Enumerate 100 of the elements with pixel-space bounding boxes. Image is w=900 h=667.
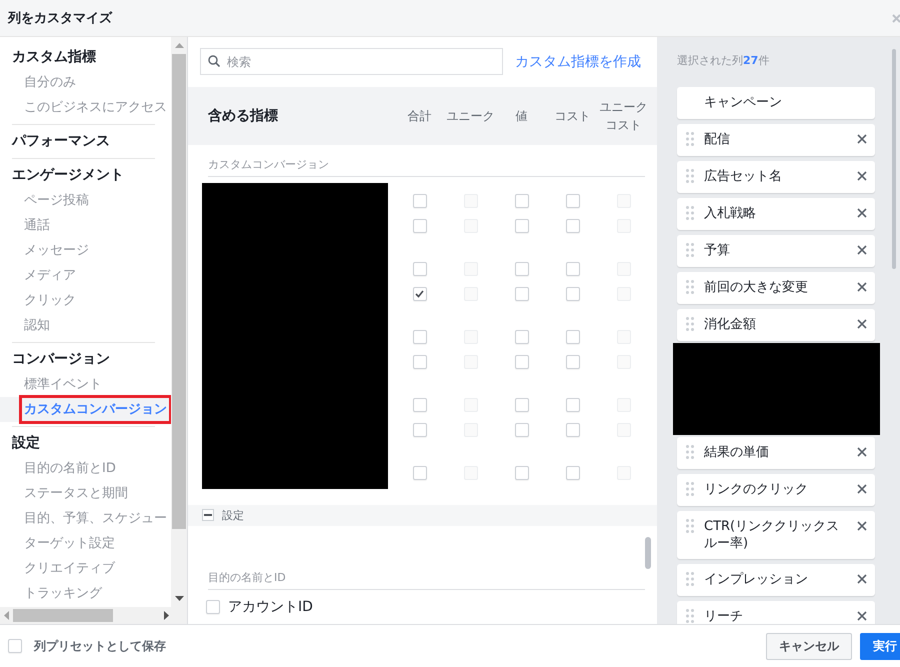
column-name: CTR(リンククリックスルー率) [704,518,840,552]
checkbox[interactable] [514,287,528,302]
metrics-title: 含める指標 [208,106,279,125]
remove-icon[interactable] [857,521,867,531]
checkbox[interactable] [514,219,528,234]
checkbox[interactable] [412,287,426,302]
sidebar-item[interactable]: クリック [23,290,77,311]
drag-handle-icon[interactable] [686,206,694,220]
sidebar-heading[interactable]: パフォーマンス [12,129,155,154]
remove-icon[interactable] [857,171,867,181]
checkbox[interactable] [514,423,528,438]
sidebar-item[interactable]: このビジネスにアクセス [23,97,168,118]
checkbox[interactable] [8,639,22,653]
checkbox[interactable] [412,398,426,412]
scroll-up-icon[interactable] [174,43,184,48]
search-field[interactable]: 検索 [200,48,503,75]
checkbox[interactable] [412,466,426,480]
remove-icon[interactable] [857,484,867,494]
drag-handle-icon[interactable] [686,572,694,586]
remove-icon[interactable] [857,574,867,584]
remove-icon[interactable] [857,611,867,621]
close-icon[interactable] [892,14,900,22]
collapse-icon[interactable] [202,509,214,522]
drag-handle-icon[interactable] [686,519,694,533]
sidebar-item[interactable]: 目的、予算、スケジュー [23,508,168,529]
column-card[interactable]: 前回の大きな変更 [677,272,875,304]
apply-button[interactable]: 実行 [860,632,900,660]
checkbox[interactable] [566,466,580,480]
section-header[interactable]: 設定 [188,504,657,526]
checkbox[interactable] [566,423,580,438]
checkbox[interactable] [514,194,528,208]
column-card[interactable]: インプレッション [677,564,875,596]
checkbox[interactable] [566,355,580,370]
checkbox[interactable] [514,262,528,276]
drag-handle-icon[interactable] [686,609,694,623]
checkbox[interactable] [566,262,580,276]
checkbox[interactable] [566,330,580,344]
sidebar-item[interactable]: 自分のみ [23,72,77,93]
column-card[interactable]: 消化金額 [677,309,875,341]
column-card[interactable]: CTR(リンククリックスルー率) [677,511,875,559]
checkbox[interactable] [412,219,426,234]
checkbox[interactable] [514,398,528,412]
sidebar-item[interactable]: 認知 [23,315,51,336]
sidebar-heading[interactable]: 設定 [12,431,155,456]
checkbox[interactable] [514,330,528,344]
scrollbar-thumb[interactable] [892,49,896,269]
drag-handle-icon[interactable] [686,243,694,257]
drag-handle-icon[interactable] [686,280,694,294]
scrollbar[interactable] [171,37,187,607]
drag-handle-icon[interactable] [686,482,694,496]
sidebar-item[interactable]: ステータスと期間 [23,483,129,504]
drag-handle-icon[interactable] [686,445,694,459]
horizontal-scrollbar[interactable] [0,607,187,624]
cancel-button[interactable]: キャンセル [766,632,852,660]
sidebar-heading[interactable]: エンゲージメント [12,163,155,188]
checkbox[interactable] [566,398,580,412]
remove-icon[interactable] [857,208,867,218]
column-card[interactable]: 結果の単価 [677,437,875,469]
drag-handle-icon[interactable] [686,132,694,146]
column-card[interactable]: リンクのクリック [677,474,875,506]
checkbox[interactable] [412,262,426,276]
sidebar-heading[interactable]: カスタム指標 [12,45,155,70]
column-card[interactable]: 配信 [677,124,875,156]
checkbox[interactable] [514,355,528,370]
drag-handle-icon[interactable] [686,317,694,331]
drag-handle-icon[interactable] [686,169,694,183]
scroll-down-icon[interactable] [174,596,184,601]
sidebar-item[interactable]: 通話 [23,215,51,236]
checkbox[interactable] [566,287,580,302]
sidebar-item[interactable]: 標準イベント [23,374,103,395]
checkbox[interactable] [566,194,580,208]
column-name: 入札戦略 [704,205,757,222]
sidebar-item[interactable]: ターゲット設定 [23,533,116,554]
column-card[interactable]: 予算 [677,235,875,267]
checkbox[interactable] [566,219,580,234]
checkbox[interactable] [412,330,426,344]
column-card[interactable]: リーチ [677,601,875,624]
checkbox[interactable] [206,600,220,614]
scroll-right-icon[interactable] [164,611,169,620]
scroll-left-icon[interactable] [4,611,9,620]
sidebar-item[interactable]: ページ投稿 [23,190,90,211]
remove-icon[interactable] [857,447,867,457]
remove-icon[interactable] [857,319,867,329]
checkbox[interactable] [412,423,426,438]
remove-icon[interactable] [857,282,867,292]
scrollbar-thumb[interactable] [645,537,651,569]
create-metric-link[interactable]: カスタム指標を作成 [515,52,641,70]
checkbox[interactable] [412,355,426,370]
sidebar-item[interactable]: クリエイティブ [23,558,116,579]
remove-icon[interactable] [857,134,867,144]
checkbox[interactable] [514,466,528,480]
sidebar-item[interactable]: メッセージ [23,240,90,261]
sidebar-item[interactable]: メディア [23,265,77,286]
sidebar-item[interactable]: トラッキング [23,583,103,604]
column-card[interactable]: 入札戦略 [677,198,875,230]
checkbox[interactable] [412,194,426,208]
sidebar-item[interactable]: 目的の名前とID [23,458,117,479]
remove-icon[interactable] [857,245,867,255]
column-card[interactable]: 広告セット名 [677,161,875,193]
sidebar-heading[interactable]: コンバージョン [12,347,155,372]
